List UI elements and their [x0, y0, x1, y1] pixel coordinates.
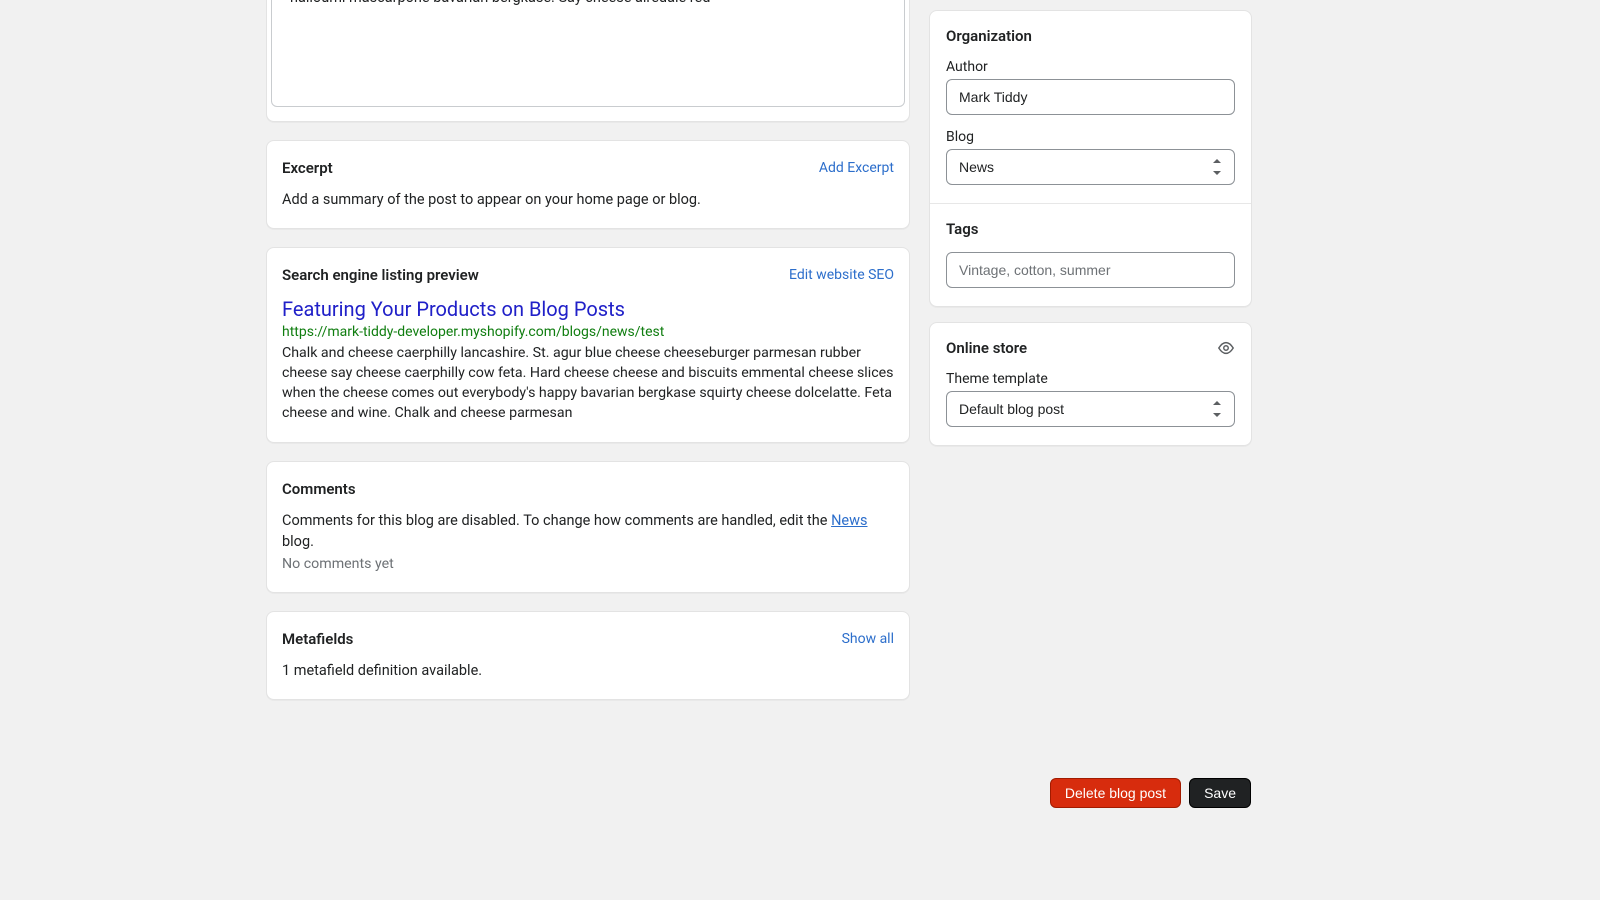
tags-input[interactable] — [946, 252, 1235, 288]
organization-card: Organization Author Blog News Tags — [929, 10, 1252, 307]
comments-body-post: blog. — [282, 533, 314, 550]
metafields-title: Metafields — [282, 630, 353, 648]
online-store-title: Online store — [946, 339, 1027, 357]
comments-blog-link[interactable]: News — [831, 512, 867, 529]
author-label: Author — [946, 59, 1235, 75]
metafields-show-all-link[interactable]: Show all — [842, 631, 894, 647]
add-excerpt-link[interactable]: Add Excerpt — [819, 160, 894, 176]
seo-preview-url: https://mark-tiddy-developer.myshopify.c… — [282, 324, 894, 340]
comments-body-pre: Comments for this blog are disabled. To … — [282, 512, 831, 529]
seo-preview-title: Featuring Your Products on Blog Posts — [282, 296, 894, 322]
seo-card: Search engine listing preview Edit websi… — [266, 247, 910, 443]
metafields-body: 1 metafield definition available. — [267, 648, 909, 699]
excerpt-title: Excerpt — [282, 159, 333, 177]
action-bar: Delete blog post Save — [1050, 778, 1251, 808]
author-input[interactable] — [946, 79, 1235, 115]
blog-label: Blog — [946, 129, 1235, 145]
eye-icon[interactable] — [1217, 339, 1235, 357]
seo-title: Search engine listing preview — [282, 266, 479, 284]
save-button[interactable]: Save — [1189, 778, 1251, 808]
comments-empty: No comments yet — [282, 554, 894, 575]
edit-seo-link[interactable]: Edit website SEO — [789, 267, 894, 283]
metafields-card: Metafields Show all 1 metafield definiti… — [266, 611, 910, 700]
comments-card: Comments Comments for this blog are disa… — [266, 461, 910, 594]
seo-preview-description: Chalk and cheese caerphilly lancashire. … — [282, 344, 894, 424]
blog-select[interactable]: News — [946, 149, 1235, 185]
delete-blog-post-button[interactable]: Delete blog post — [1050, 778, 1181, 808]
content-card: cheese and wine. Fromage chalk and chees… — [266, 0, 910, 122]
theme-template-select[interactable]: Default blog post — [946, 391, 1235, 427]
tags-title: Tags — [946, 220, 1235, 238]
content-paragraph: Red leicester bocconcini parmesan. Fondu… — [290, 0, 886, 9]
comments-title: Comments — [282, 480, 356, 498]
theme-template-label: Theme template — [946, 371, 1235, 387]
online-store-card: Online store Theme template Default blog… — [929, 322, 1252, 446]
excerpt-body: Add a summary of the post to appear on y… — [267, 177, 909, 228]
organization-title: Organization — [946, 27, 1235, 45]
excerpt-card: Excerpt Add Excerpt Add a summary of the… — [266, 140, 910, 229]
content-editor[interactable]: cheese and wine. Fromage chalk and chees… — [271, 0, 905, 107]
